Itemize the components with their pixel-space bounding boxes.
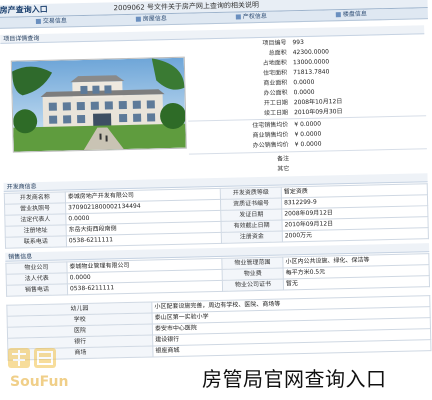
- developer-table: 开发商名称 泰城房地产开发有限公司 开发资质等级 暂定资质 营业执照号 3709…: [4, 183, 429, 249]
- tab-house[interactable]: 房屋信息: [135, 15, 167, 24]
- detail-row: 其它: [277, 165, 290, 173]
- tab-dot-icon: [135, 16, 141, 22]
- caption-text: 房管局官网查询入口: [202, 367, 387, 391]
- tab-dot-icon: [35, 18, 41, 25]
- site-logo[interactable]: 房产查询入口: [0, 4, 48, 17]
- building-photo: [10, 56, 187, 153]
- project-section-header: 项目详情查询: [0, 25, 425, 44]
- tab-building[interactable]: 楼盘信息: [335, 11, 367, 20]
- tab-dot-icon: [335, 12, 341, 18]
- screenshot-frame: 房产查询入口 2009062 号文件关于房产网上查询的相关说明 交易信息 房屋信…: [0, 0, 432, 400]
- page-content: 房产查询入口 2009062 号文件关于房产网上查询的相关说明 交易信息 房屋信…: [0, 0, 432, 400]
- soufun-watermark: SouFun: [8, 348, 68, 390]
- tab-property[interactable]: 产权信息: [235, 13, 267, 22]
- watermark-text: SouFun: [10, 374, 68, 390]
- tab-dot-icon: [235, 14, 241, 20]
- tab-transaction[interactable]: 交易信息: [35, 17, 67, 26]
- detail-row: 办公销售均价 ¥ 0.0000: [252, 140, 322, 150]
